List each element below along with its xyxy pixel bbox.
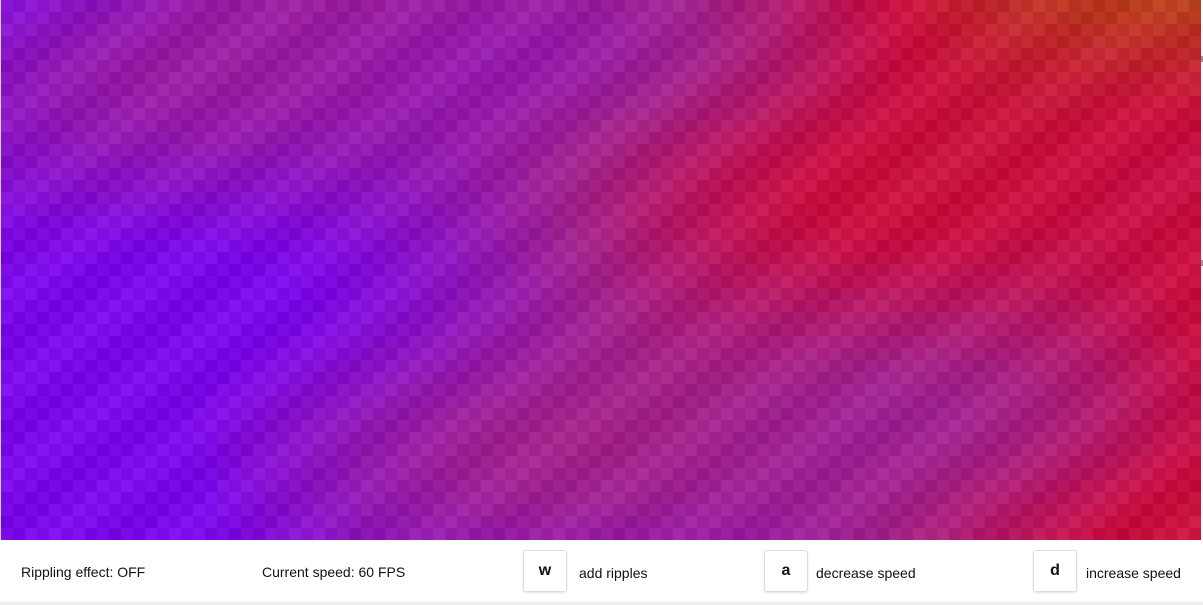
left-border	[0, 0, 1, 540]
animation-canvas-area[interactable]	[1, 0, 1201, 540]
w-key-button[interactable]: w	[523, 550, 567, 592]
a-key-button[interactable]: a	[764, 550, 808, 592]
d-key-button[interactable]: d	[1033, 550, 1077, 592]
add-ripples-label: add ripples	[579, 565, 648, 581]
rippling-status: Rippling effect: OFF	[21, 564, 146, 580]
control-bar: Rippling effect: OFF Current speed: 60 F…	[0, 540, 1203, 602]
plasma-gradient-canvas[interactable]	[1, 0, 1201, 540]
increase-speed-label: increase speed	[1086, 565, 1181, 581]
decrease-speed-label: decrease speed	[816, 565, 916, 581]
speed-status: Current speed: 60 FPS	[262, 564, 406, 580]
